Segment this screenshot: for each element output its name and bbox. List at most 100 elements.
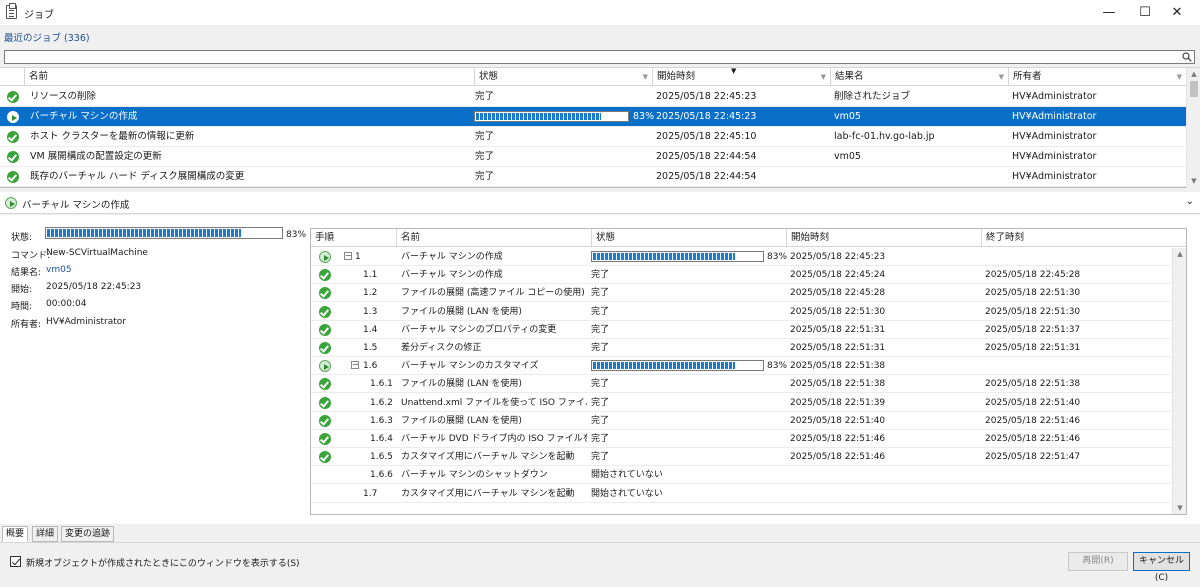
scroll-down-icon[interactable]: ▼ (1173, 502, 1187, 514)
step-row[interactable]: 1.1 バーチャル マシンの作成 完了 2025/05/18 22:45:24 2025… (311, 266, 1175, 285)
step-start-time: 2025/05/18 22:51:46 (790, 434, 886, 444)
step-row[interactable]: 1.6.3 ファイルの展開 (LAN を使用) 完了 2025/05/18 22:51… (311, 412, 1175, 430)
job-row-selected[interactable]: バーチャル マシンの作成 83% 2025/05/18 22:45:23 vm0… (0, 107, 1186, 127)
tab-summary[interactable]: 概要 (2, 526, 29, 542)
step-number: 1.6.5 (370, 452, 393, 463)
job-row[interactable]: リソースの削除 完了 2025/05/18 22:45:23 削除されたジョブ … (0, 87, 1186, 107)
step-start-time: 2025/05/18 22:45:24 (790, 270, 886, 281)
job-row[interactable]: VM 展開構成の配置設定の更新 完了 2025/05/18 22:44:54 v… (0, 147, 1186, 167)
step-number: 1.5 (363, 343, 378, 353)
step-progress-percent: 83% (767, 252, 788, 262)
job-name: 既存のバーチャル ハード ディスク展開構成の変更 (30, 171, 245, 182)
column-step-name[interactable]: 名前 (396, 229, 591, 247)
success-icon (319, 451, 331, 464)
scrollbar-thumb[interactable] (1190, 81, 1198, 97)
step-number: 1.6.1 (370, 379, 393, 390)
job-start-time: 2025/05/18 22:45:23 (656, 111, 757, 122)
step-status: 完了 (591, 415, 610, 426)
running-icon (7, 111, 19, 123)
column-icon[interactable] (0, 68, 24, 86)
jobs-scrollbar[interactable]: ▲ ▼ (1186, 68, 1200, 188)
step-status: 完了 (591, 288, 610, 299)
filter-dropdown-icon[interactable]: ▼ (643, 68, 648, 86)
job-start-time: 2025/05/18 22:44:54 (656, 171, 757, 182)
step-row[interactable]: −1.6 バーチャル マシンのカスタマイズ 83% 2025/05/18 22:51:… (311, 357, 1175, 376)
step-row[interactable]: 1.6.2 Unattend.xml ファイルを使って ISO ファイルを作...… (311, 394, 1175, 412)
collapse-toggle-icon[interactable]: − (344, 252, 352, 260)
job-name: VM 展開構成の配置設定の更新 (30, 151, 162, 162)
step-number: 1.6.2 (370, 397, 393, 408)
chevron-down-icon[interactable]: ⌄ (1186, 196, 1194, 207)
running-icon (319, 360, 331, 373)
column-step-status[interactable]: 状態 (591, 229, 786, 247)
step-start-time: 2025/05/18 22:45:23 (790, 252, 886, 262)
step-end-time: 2025/05/18 22:51:46 (985, 434, 1081, 444)
cancel-button[interactable]: キャンセル(C) (1133, 552, 1190, 583)
column-result-name[interactable]: 結果名 ▼ (830, 68, 1008, 86)
step-row[interactable]: 1.5 差分ディスクの修正 完了 2025/05/18 22:51:31 2025/05… (311, 339, 1175, 357)
step-end-time: 2025/05/18 22:45:28 (985, 270, 1081, 281)
restart-button[interactable]: 再開(R) (1068, 552, 1128, 571)
search-icon[interactable] (1182, 52, 1192, 62)
show-window-checkbox[interactable] (10, 556, 21, 567)
step-status: 開始されていない (591, 470, 663, 481)
step-name: バーチャル マシンのプロパティの変更 (401, 324, 557, 335)
detail-title: バーチャル マシンの作成 (22, 200, 130, 211)
steps-scrollbar[interactable]: ▲ ▼ (1172, 248, 1186, 514)
step-row[interactable]: −1 バーチャル マシンの作成 83% 2025/05/18 22:45:23 (311, 248, 1175, 266)
step-start-time: 2025/05/18 22:51:39 (790, 397, 886, 408)
job-row[interactable]: 既存のバーチャル ハード ディスク展開構成の変更 完了 2025/05/18 2… (0, 167, 1186, 187)
column-step-end[interactable]: 終了時刻 (981, 229, 1186, 247)
step-start-time: 2025/05/18 22:45:28 (790, 288, 886, 299)
job-status: 完了 (475, 91, 495, 102)
column-step-start[interactable]: 開始時刻 (786, 229, 981, 247)
step-status: 完了 (591, 379, 610, 390)
step-row[interactable]: 1.4 バーチャル マシンのプロパティの変更 完了 2025/05/18 22:51:… (311, 321, 1175, 339)
success-icon (319, 433, 331, 445)
step-row[interactable]: 1.6.6 バーチャル マシンのシャットダウン 開始されていない (311, 466, 1175, 485)
job-row[interactable]: ホスト クラスターを最新の情報に更新 完了 2025/05/18 22:45:1… (0, 127, 1186, 147)
filter-dropdown-icon[interactable]: ▼ (1177, 68, 1182, 86)
job-start-time: 2025/05/18 22:45:10 (656, 131, 757, 142)
job-owner: HV¥Administrator (1012, 151, 1097, 162)
scroll-up-icon[interactable]: ▲ (1173, 248, 1187, 260)
search-input[interactable] (4, 50, 1195, 64)
job-name: バーチャル マシンの作成 (30, 111, 138, 122)
scroll-up-icon[interactable]: ▲ (1187, 68, 1200, 80)
result-name-link[interactable]: vm05 (46, 265, 72, 275)
scroll-down-icon[interactable]: ▼ (1187, 175, 1200, 187)
step-row[interactable]: 1.7 カスタマイズ用にバーチャル マシンを起動 開始されていない (311, 485, 1175, 503)
tab-details[interactable]: 詳細 (32, 526, 59, 542)
step-row[interactable]: 1.2 ファイルの展開 (高速ファイル コピーの使用) 完了 2025/05/18 2… (311, 284, 1175, 303)
collapse-toggle-icon[interactable]: − (351, 361, 359, 370)
column-step[interactable]: 手順 (311, 229, 396, 247)
result-name-label: 結果名: (11, 268, 42, 278)
steps-grid: 手順 名前 状態 開始時刻 終了時刻 −1 バーチャル マシンの作成 83% 2025… (310, 228, 1187, 515)
step-start-time: 2025/05/18 22:51:38 (790, 361, 886, 372)
filter-dropdown-icon[interactable]: ▼ (821, 68, 826, 86)
column-owner[interactable]: 所有者 ▼ (1008, 68, 1186, 86)
step-row[interactable]: 1.3 ファイルの展開 (LAN を使用) 完了 2025/05/18 22:51:3… (311, 303, 1175, 321)
tab-change-tracking[interactable]: 変更の追跡 (61, 526, 115, 542)
recent-jobs-label: 最近のジョブ (336) (4, 33, 90, 44)
step-start-time: 2025/05/18 22:51:40 (790, 415, 886, 426)
column-start-time[interactable]: 開始時刻 ▼ ▼ (652, 67, 830, 86)
step-end-time: 2025/05/18 22:51:30 (985, 288, 1081, 299)
step-end-time: 2025/05/18 22:51:40 (985, 397, 1081, 408)
step-start-time: 2025/05/18 22:51:38 (790, 379, 886, 390)
detail-header: バーチャル マシンの作成 ⌄ (0, 192, 1200, 214)
sort-descending-icon: ▼ (731, 67, 737, 75)
job-name: ホスト クラスターを最新の情報に更新 (30, 131, 195, 142)
close-button[interactable]: ✕ (1154, 0, 1200, 25)
step-end-time: 2025/05/18 22:51:37 (985, 324, 1081, 335)
filter-dropdown-icon[interactable]: ▼ (999, 68, 1004, 86)
step-number: 1.6 (363, 361, 378, 372)
column-name[interactable]: 名前 (24, 68, 474, 86)
job-status: 完了 (475, 151, 495, 162)
step-row[interactable]: 1.6.5 カスタマイズ用にバーチャル マシンを起動 完了 2025/05/18 22… (311, 448, 1175, 467)
success-icon (7, 131, 19, 143)
column-status[interactable]: 状態 ▼ (474, 68, 652, 86)
step-row[interactable]: 1.6.1 ファイルの展開 (LAN を使用) 完了 2025/05/18 22:51… (311, 375, 1175, 394)
step-row[interactable]: 1.6.4 バーチャル DVD ドライブ内の ISO ファイルをバーチ... 完了 2… (311, 430, 1175, 448)
start-value: 2025/05/18 22:45:23 (46, 282, 142, 292)
